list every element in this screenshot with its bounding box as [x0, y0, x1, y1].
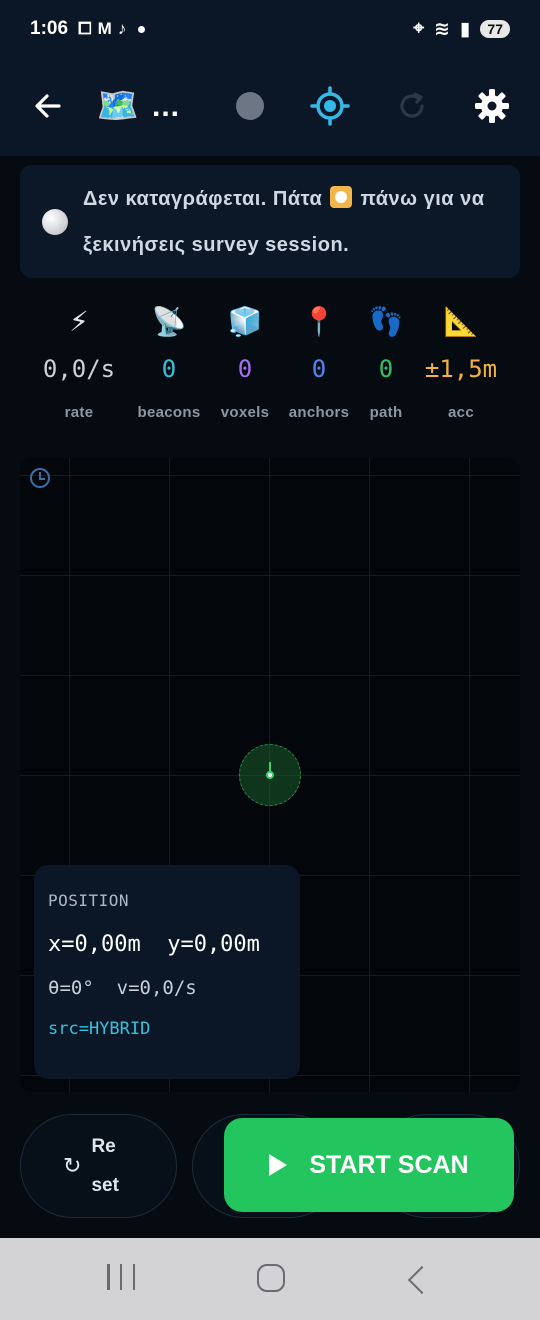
reset-button[interactable]: ↻ Reset	[20, 1114, 177, 1218]
recents-bar-icon	[107, 1264, 110, 1290]
arrow-left-icon	[35, 94, 61, 118]
stat-acc-value: ±1,5m	[424, 355, 498, 383]
crosshair-icon	[310, 86, 350, 126]
start-scan-label: START SCAN	[309, 1150, 469, 1179]
screenshot-icon: ⧠	[78, 19, 92, 38]
record-button-emoji-icon	[330, 185, 353, 208]
recents-bar-icon	[132, 1264, 135, 1290]
stat-acc: 📐 ±1,5m acc	[416, 300, 506, 421]
home-button[interactable]	[257, 1264, 285, 1292]
refresh-icon	[400, 92, 424, 118]
clock-icon[interactable]	[30, 468, 50, 488]
stat-rate-value: 0,0/s	[42, 355, 116, 383]
triangular-ruler-icon: 📐	[443, 306, 479, 337]
battery-badge: 77	[480, 20, 510, 38]
recents-bar-icon	[119, 1264, 123, 1290]
position-source: src=HYBRID	[48, 1019, 151, 1039]
app-toolbar: 🗺️ ...	[0, 58, 540, 156]
banner-message: Δεν καταγράφεται. Πάτα πάνω για να ξεκιν…	[83, 176, 500, 268]
more-menu-button[interactable]: ...	[152, 90, 180, 124]
system-navigation-bar	[0, 1238, 540, 1320]
banner-text-before: Δεν καταγράφεται. Πάτα	[83, 187, 323, 210]
play-icon	[269, 1154, 288, 1176]
reset-icon: ↻	[63, 1153, 82, 1178]
mail-icon: M	[97, 19, 112, 38]
recording-status-banner: Δεν καταγράφεται. Πάτα πάνω για να ξεκιν…	[20, 165, 520, 278]
lightning-icon: ⚡	[69, 306, 89, 337]
map-emoji: 🗺️	[96, 87, 140, 125]
record-button[interactable]	[226, 82, 274, 130]
position-title: POSITION	[48, 891, 130, 910]
stat-acc-label: acc	[448, 404, 474, 421]
position-heading-velocity: θ=0° v=0,0/s	[48, 977, 197, 999]
position-xy: x=0,00m y=0,00m	[48, 932, 260, 957]
status-bar: 1:06 ⧠ M ♪ ⌖ ≋ ▮ 77	[0, 0, 540, 58]
map-icon[interactable]: 🗺️	[94, 82, 142, 130]
status-time: 1:06	[30, 18, 69, 39]
settings-button[interactable]	[468, 82, 516, 130]
record-dot-icon	[236, 92, 264, 120]
notification-icons: ⧠ M ♪	[78, 19, 146, 39]
tiktok-icon: ♪	[117, 19, 127, 38]
back-button[interactable]	[24, 82, 72, 130]
stat-rate: ⚡ 0,0/s rate	[34, 300, 124, 421]
recents-button[interactable]	[107, 1264, 135, 1294]
system-back-button[interactable]	[407, 1265, 437, 1295]
location-icon: ⌖	[413, 18, 425, 39]
gear-icon	[475, 89, 509, 123]
white-circle-icon	[42, 208, 68, 235]
stats-row: ⚡ 0,0/s rate 📡 0 beacons 🧊 0 voxels 📍 0 …	[0, 300, 540, 440]
locate-button[interactable]	[306, 82, 354, 130]
current-position-marker	[266, 771, 274, 779]
more-notifications-dot	[138, 25, 146, 33]
reset-label: Reset	[91, 1136, 119, 1196]
position-card: POSITION x=0,00m y=0,00m θ=0° v=0,0/s sr…	[34, 865, 300, 1079]
refresh-button[interactable]	[388, 82, 436, 130]
wifi-icon: ≋	[434, 18, 450, 40]
signal-icon: ▮	[459, 18, 471, 40]
start-scan-button[interactable]: START SCAN	[224, 1118, 514, 1212]
stat-rate-label: rate	[64, 404, 94, 421]
